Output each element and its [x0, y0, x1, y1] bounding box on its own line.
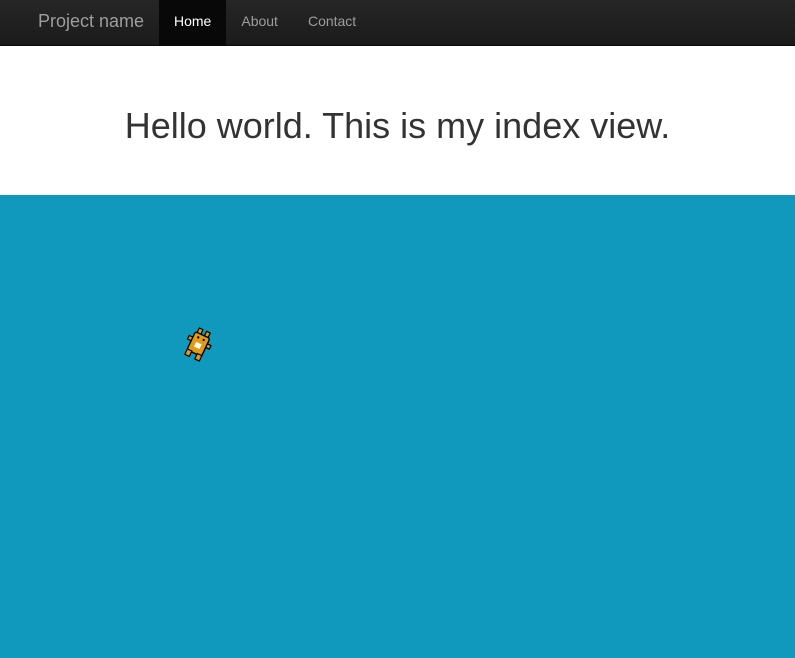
nav-item-about[interactable]: About	[226, 0, 293, 46]
page-heading: Hello world. This is my index view.	[124, 105, 671, 146]
game-canvas[interactable]	[0, 195, 795, 658]
nav-item-home[interactable]: Home	[159, 0, 227, 46]
nav-item-contact[interactable]: Contact	[293, 0, 371, 46]
navbar-brand-link[interactable]: Project name	[38, 0, 144, 46]
bear-sprite-icon	[184, 327, 212, 362]
top-navbar: Project name Home About Contact	[0, 0, 795, 46]
navbar-menu: Home About Contact	[159, 0, 371, 46]
